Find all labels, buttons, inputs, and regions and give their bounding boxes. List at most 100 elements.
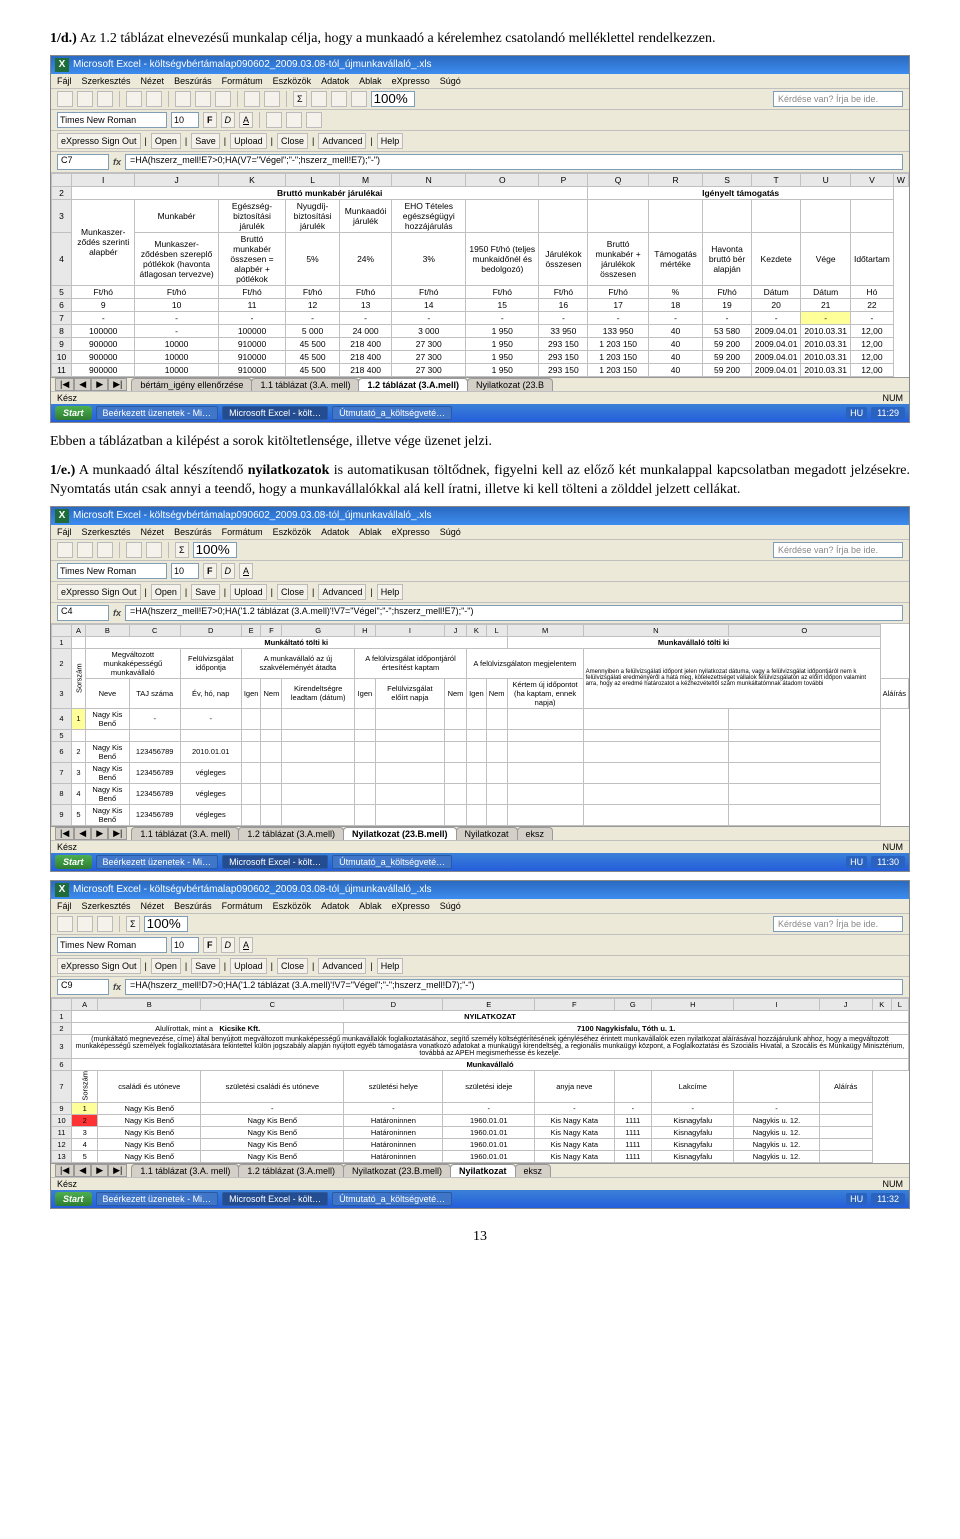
expresso-6[interactable]: Help bbox=[377, 133, 404, 149]
menu-adatok[interactable]: Adatok bbox=[321, 901, 349, 911]
expresso-toolbar[interactable]: eXpresso Sign Out | Open | Save | Upload… bbox=[51, 582, 909, 603]
expresso-0[interactable]: eXpresso Sign Out bbox=[57, 584, 141, 600]
menubar[interactable]: Fájl Szerkesztés Nézet Beszúrás Formátum Eszk… bbox=[51, 899, 909, 914]
menu-adatok[interactable]: Adatok bbox=[321, 76, 349, 86]
sort-desc-icon[interactable] bbox=[331, 91, 347, 107]
italic-icon[interactable]: D bbox=[221, 112, 236, 128]
menu-nézet[interactable]: Nézet bbox=[141, 527, 165, 537]
name-box[interactable]: C4 bbox=[57, 605, 109, 621]
start-button[interactable]: Start bbox=[55, 406, 92, 420]
redo-icon[interactable] bbox=[264, 91, 280, 107]
menu-adatok[interactable]: Adatok bbox=[321, 527, 349, 537]
paste-icon[interactable] bbox=[215, 91, 231, 107]
sheet-tab[interactable]: 1.2 táblázat (3.A.mell) bbox=[358, 378, 468, 391]
menu-nézet[interactable]: Nézet bbox=[141, 76, 165, 86]
menu-formátum[interactable]: Formátum bbox=[222, 527, 263, 537]
formula-bar[interactable]: C7 fx =HA(hszerz_mell!E7>0;HA(V7="Végel"… bbox=[51, 152, 909, 173]
sheet-tab[interactable]: 1.1 táblázat (3.A. mell) bbox=[251, 378, 359, 391]
expresso-1[interactable]: Open bbox=[151, 584, 181, 600]
menubar[interactable]: Fájl Szerkesztés Nézet Beszúrás Formátum Eszk… bbox=[51, 525, 909, 540]
formula-value[interactable]: =HA(hszerz_mell!E7>0;HA('1.2 táblázat (3… bbox=[125, 605, 903, 621]
worksheet-3[interactable]: ABCDEFGHIJKL 1NYILATKOZAT 2Alulírottak, … bbox=[51, 998, 909, 1164]
menu-ablak[interactable]: Ablak bbox=[359, 76, 382, 86]
chart-icon[interactable] bbox=[351, 91, 367, 107]
std-toolbar[interactable]: Σ Kérdése van? Írja be ide. bbox=[51, 540, 909, 561]
undo-icon[interactable] bbox=[244, 91, 260, 107]
menu-nézet[interactable]: Nézet bbox=[141, 901, 165, 911]
fx-icon[interactable]: fx bbox=[113, 157, 121, 167]
bold-icon[interactable]: F bbox=[203, 112, 217, 128]
menu-formátum[interactable]: Formátum bbox=[222, 901, 263, 911]
zoom-input[interactable] bbox=[371, 91, 415, 107]
expresso-3[interactable]: Upload bbox=[230, 133, 267, 149]
sheet-tab[interactable]: Nyilatkozat (23.B bbox=[467, 378, 553, 391]
expresso-2[interactable]: Save bbox=[191, 584, 220, 600]
menu-eszközök[interactable]: Eszközök bbox=[273, 527, 312, 537]
menu-szerkesztés[interactable]: Szerkesztés bbox=[82, 901, 131, 911]
menu-beszúrás[interactable]: Beszúrás bbox=[174, 527, 212, 537]
std-toolbar[interactable]: Σ Kérdése van? Írja be ide. bbox=[51, 89, 909, 110]
expresso-0[interactable]: eXpresso Sign Out bbox=[57, 958, 141, 974]
expresso-5[interactable]: Advanced bbox=[318, 958, 366, 974]
taskbar[interactable]: Start Beérkezett üzenetek - Mi…Microsoft… bbox=[51, 404, 909, 422]
copy-icon[interactable] bbox=[195, 91, 211, 107]
open-icon[interactable] bbox=[77, 91, 93, 107]
underline-icon[interactable]: A bbox=[239, 112, 253, 128]
menu-ablak[interactable]: Ablak bbox=[359, 527, 382, 537]
name-box[interactable]: C7 bbox=[57, 154, 109, 170]
align-left-icon[interactable] bbox=[266, 112, 282, 128]
menu-súgó[interactable]: Súgó bbox=[440, 76, 461, 86]
new-icon[interactable] bbox=[57, 542, 73, 558]
menu-expresso[interactable]: eXpresso bbox=[392, 901, 430, 911]
expresso-3[interactable]: Upload bbox=[230, 584, 267, 600]
worksheet-1[interactable]: IJKLMNOPQRSTUVW 2Bruttó munkabér járulék… bbox=[51, 173, 909, 377]
menu-súgó[interactable]: Súgó bbox=[440, 901, 461, 911]
expresso-2[interactable]: Save bbox=[191, 958, 220, 974]
autosum-icon[interactable]: Σ bbox=[293, 91, 307, 107]
menu-beszúrás[interactable]: Beszúrás bbox=[174, 901, 212, 911]
expresso-4[interactable]: Close bbox=[277, 958, 308, 974]
menu-szerkesztés[interactable]: Szerkesztés bbox=[82, 527, 131, 537]
menu-eszközök[interactable]: Eszközök bbox=[273, 76, 312, 86]
menu-formátum[interactable]: Formátum bbox=[222, 76, 263, 86]
menu-expresso[interactable]: eXpresso bbox=[392, 527, 430, 537]
expresso-0[interactable]: eXpresso Sign Out bbox=[57, 133, 141, 149]
menu-beszúrás[interactable]: Beszúrás bbox=[174, 76, 212, 86]
font-size[interactable] bbox=[171, 112, 199, 128]
sheet-tabs[interactable]: |◀◀▶▶| bértám_igény ellenőrzése1.1 táblá… bbox=[51, 377, 909, 391]
expresso-6[interactable]: Help bbox=[377, 584, 404, 600]
worksheet-2[interactable]: ABCDEFGHIJKLMNO 1Munkáltató tölti kiMunk… bbox=[51, 624, 909, 826]
preview-icon[interactable] bbox=[146, 91, 162, 107]
menu-szerkesztés[interactable]: Szerkesztés bbox=[82, 76, 131, 86]
menu-fájl[interactable]: Fájl bbox=[57, 76, 72, 86]
help-search[interactable]: Kérdése van? Írja be ide. bbox=[773, 91, 903, 107]
menu-expresso[interactable]: eXpresso bbox=[392, 76, 430, 86]
menu-eszközök[interactable]: Eszközök bbox=[273, 901, 312, 911]
expresso-2[interactable]: Save bbox=[191, 133, 220, 149]
menubar[interactable]: Fájl Szerkesztés Nézet Beszúrás Formátum Eszk… bbox=[51, 74, 909, 89]
expresso-toolbar[interactable]: eXpresso Sign Out | Open | Save | Upload… bbox=[51, 131, 909, 152]
new-icon[interactable] bbox=[57, 91, 73, 107]
expresso-4[interactable]: Close bbox=[277, 133, 308, 149]
tab-nav[interactable]: |◀◀▶▶| bbox=[55, 378, 127, 391]
font-name[interactable] bbox=[57, 112, 167, 128]
menu-ablak[interactable]: Ablak bbox=[359, 901, 382, 911]
menu-súgó[interactable]: Súgó bbox=[440, 527, 461, 537]
align-center-icon[interactable] bbox=[286, 112, 302, 128]
sort-asc-icon[interactable] bbox=[311, 91, 327, 107]
expresso-5[interactable]: Advanced bbox=[318, 584, 366, 600]
format-toolbar[interactable]: F D A bbox=[51, 110, 909, 131]
menu-fájl[interactable]: Fájl bbox=[57, 901, 72, 911]
expresso-1[interactable]: Open bbox=[151, 958, 181, 974]
print-icon[interactable] bbox=[126, 91, 142, 107]
menu-fájl[interactable]: Fájl bbox=[57, 527, 72, 537]
cut-icon[interactable] bbox=[175, 91, 191, 107]
formula-value[interactable]: =HA(hszerz_mell!E7>0;HA(V7="Végel";"-";h… bbox=[125, 154, 903, 170]
sheet-tab[interactable]: bértám_igény ellenőrzése bbox=[131, 378, 252, 391]
save-icon[interactable] bbox=[97, 91, 113, 107]
expresso-1[interactable]: Open bbox=[151, 133, 181, 149]
expresso-4[interactable]: Close bbox=[277, 584, 308, 600]
expresso-6[interactable]: Help bbox=[377, 958, 404, 974]
align-right-icon[interactable] bbox=[306, 112, 322, 128]
expresso-3[interactable]: Upload bbox=[230, 958, 267, 974]
